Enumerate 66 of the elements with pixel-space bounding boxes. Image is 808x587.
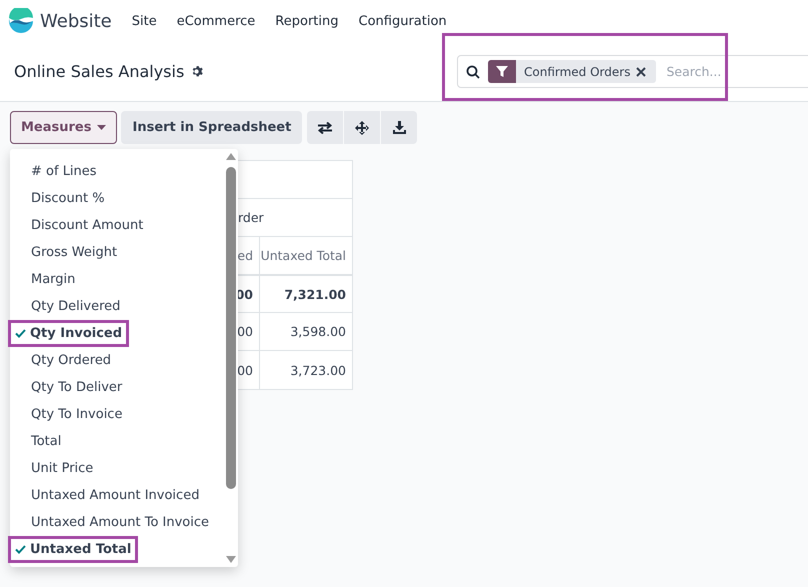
search-icon[interactable] [466, 64, 480, 78]
table-cell: 3,723.00 [259, 351, 352, 389]
option-label: # of Lines [31, 164, 97, 179]
menu-option[interactable]: Discount Amount [10, 212, 224, 239]
scroll-down-icon[interactable] [226, 556, 236, 563]
option-label: Gross Weight [31, 245, 118, 260]
table-cell: 3,598.00 [259, 313, 352, 350]
menu-item[interactable]: eCommerce [176, 14, 256, 28]
option-label: Qty Invoiced [30, 326, 122, 341]
option-label: Qty Delivered [31, 299, 120, 314]
option-label: Untaxed Amount To Invoice [31, 515, 210, 530]
menu-item[interactable]: Reporting [275, 14, 338, 28]
logo-icon[interactable] [8, 8, 34, 34]
menu-option[interactable]: Margin [10, 266, 224, 293]
caret-icon [97, 125, 106, 130]
menu-option[interactable]: Total [10, 428, 224, 455]
settings-icon[interactable] [190, 65, 204, 78]
insert-spreadsheet-button[interactable]: Insert in Spreadsheet [121, 111, 302, 144]
table-cell: 7,321.00 [259, 276, 352, 312]
download-icon [392, 121, 406, 134]
table-cell-text: 00 [238, 323, 254, 341]
menu-option[interactable]: Qty Ordered [10, 347, 224, 374]
option-label: Qty To Invoice [31, 407, 122, 422]
menu-option[interactable]: Qty To Invoice [10, 401, 224, 428]
menu-option[interactable]: Qty Invoiced [10, 320, 224, 347]
menu-option[interactable]: Untaxed Amount To Invoice [10, 509, 224, 536]
filter-facet[interactable]: Confirmed Orders [488, 60, 656, 83]
scrollbar-thumb[interactable] [226, 167, 236, 489]
filter-icon [496, 66, 508, 78]
move-arrows-icon [355, 120, 370, 134]
menu-option[interactable]: # of Lines [10, 158, 224, 185]
menu-option[interactable]: Untaxed Total [10, 536, 224, 563]
table-cell-text: 00 [238, 362, 254, 380]
option-label: Unit Price [31, 461, 94, 476]
scroll-up-icon[interactable] [226, 153, 236, 160]
search-field[interactable]: Confirmed Orders Search... [457, 55, 808, 88]
flip-axis-button[interactable] [307, 111, 344, 144]
app-name: Website [40, 10, 112, 32]
column-header: ed [238, 247, 254, 265]
menu-item[interactable]: Configuration [358, 14, 447, 28]
option-label: Margin [31, 272, 76, 287]
table-header: rder [238, 210, 264, 225]
menu-option[interactable]: Qty To Deliver [10, 374, 224, 401]
option-label: Untaxed Amount Invoiced [31, 488, 200, 503]
option-label: Qty Ordered [31, 353, 112, 368]
option-label: Qty To Deliver [31, 380, 122, 395]
measures-button[interactable]: Measures [10, 111, 118, 144]
check-icon [15, 329, 26, 338]
menu-option[interactable]: Unit Price [10, 455, 224, 482]
option-label: Discount Amount [31, 218, 144, 233]
page-title: Online Sales Analysis [14, 62, 184, 81]
expand-button[interactable] [344, 111, 380, 144]
column-header: Untaxed Total [259, 237, 352, 274]
close-icon[interactable] [636, 66, 646, 76]
menu-option[interactable]: Gross Weight [10, 239, 224, 266]
menu-option[interactable]: Discount % [10, 185, 224, 212]
menu-option[interactable]: Qty Delivered [10, 293, 224, 320]
option-label: Discount % [31, 191, 105, 206]
check-icon [15, 545, 26, 554]
option-label: Untaxed Total [30, 542, 132, 557]
menu-item[interactable]: Site [132, 14, 157, 28]
facet-label: Confirmed Orders [523, 64, 632, 78]
option-label: Total [31, 434, 62, 449]
menu-option[interactable]: Untaxed Amount Invoiced [10, 482, 224, 509]
swap-arrows-icon [317, 122, 334, 134]
download-button[interactable] [381, 111, 418, 144]
